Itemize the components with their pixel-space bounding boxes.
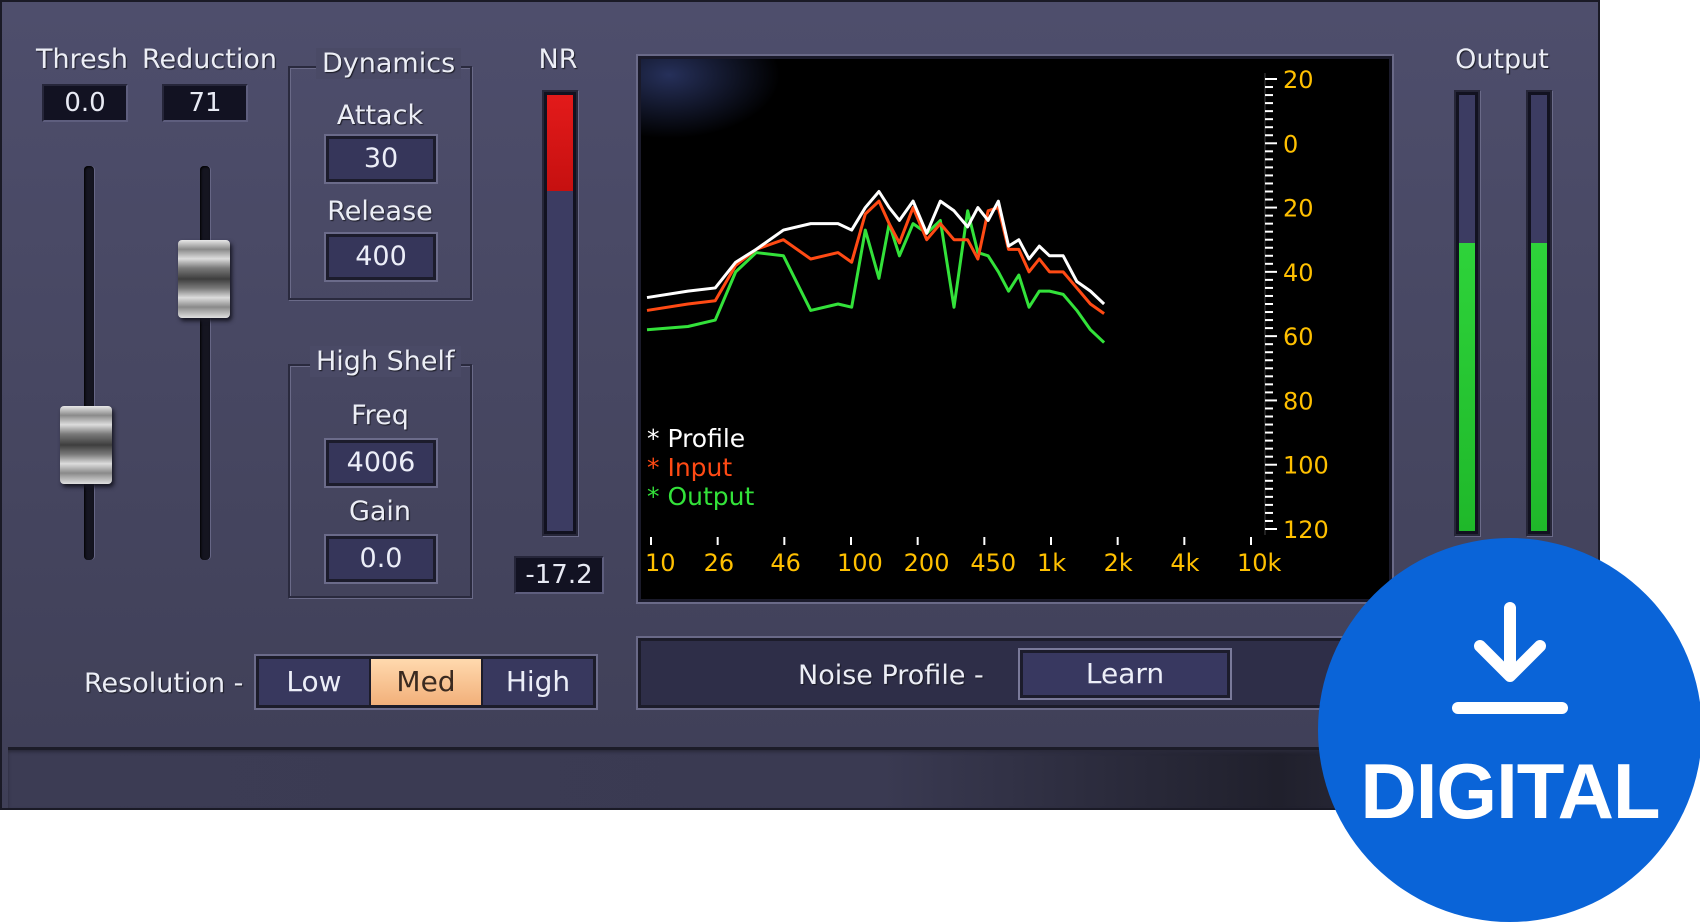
learn-button[interactable]: Learn	[1020, 650, 1230, 698]
series-line-output	[646, 209, 1106, 344]
output-meter-right-fill	[1531, 243, 1547, 531]
legend-item-input: * Input	[647, 453, 732, 482]
reduction-label: Reduction	[142, 44, 277, 75]
reduction-slider-track[interactable]	[200, 166, 210, 560]
thresh-slider-handle[interactable]	[60, 406, 112, 484]
output-meter-left-fill	[1459, 243, 1475, 531]
digital-label: DIGITAL	[1360, 747, 1660, 835]
thresh-value: 0.0	[42, 84, 128, 122]
legend-item-output: * Output	[647, 482, 754, 511]
y-tick-label: 0	[1283, 130, 1298, 158]
freq-label: Freq	[351, 400, 409, 431]
x-tick-label: 26	[704, 549, 735, 577]
x-tick-label: 100	[837, 549, 883, 577]
nr-value: -17.2	[514, 556, 604, 594]
y-tick-label: 20	[1283, 66, 1314, 94]
nr-label: NR	[538, 44, 578, 75]
gain-label: Gain	[348, 496, 412, 527]
y-tick-label: 80	[1283, 387, 1314, 415]
output-meter-left	[1454, 90, 1480, 536]
resolution-med-button[interactable]: Med	[371, 659, 483, 705]
high-shelf-title: High Shelf	[310, 346, 461, 377]
y-tick-label: 60	[1283, 323, 1314, 351]
resolution-high-button[interactable]: High	[483, 659, 593, 705]
y-tick-label: 120	[1283, 516, 1329, 544]
output-label: Output	[1455, 44, 1549, 75]
x-tick-label: 4k	[1170, 549, 1199, 577]
y-tick-label: 40	[1283, 259, 1314, 287]
reduction-slider-handle[interactable]	[178, 240, 230, 318]
attack-field[interactable]: 30	[326, 136, 436, 182]
thresh-slider-track[interactable]	[84, 166, 94, 560]
y-tick-label: 20	[1283, 195, 1314, 223]
series-line-profile	[646, 190, 1106, 306]
download-icon	[1452, 602, 1568, 714]
x-tick-label: 2k	[1104, 549, 1133, 577]
resolution-segmented-control: Low Med High	[256, 656, 596, 708]
reduction-value: 71	[162, 84, 248, 122]
resolution-label: Resolution -	[84, 668, 244, 699]
legend-item-profile: * Profile	[647, 424, 745, 453]
gain-field[interactable]: 0.0	[326, 536, 436, 582]
x-tick-label: 200	[904, 549, 950, 577]
freq-field[interactable]: 4006	[326, 440, 436, 486]
spectrum-chart: 2002040608010012010 26 46 100 200 450 1k 2k 4k 10…	[645, 66, 1329, 577]
resolution-low-button[interactable]: Low	[259, 659, 371, 705]
digital-download-badge: DIGITAL	[1318, 538, 1700, 922]
release-label: Release	[327, 196, 433, 227]
spectrum-display: 20 0 20 40 60 80 100 120 10 26 46 100 200 450 1k 2k 4k 10…	[638, 56, 1392, 602]
attack-label: Attack	[336, 100, 424, 131]
x-tick-label: 450	[970, 549, 1016, 577]
output-meter-right	[1526, 90, 1552, 536]
noise-profile-label: Noise Profile -	[798, 660, 984, 691]
thresh-label: Thresh	[36, 44, 128, 75]
nr-meter	[542, 90, 578, 536]
release-field[interactable]: 400	[326, 234, 436, 280]
x-tick-label: 10k	[1237, 549, 1282, 577]
x-tick-label: 10	[645, 549, 676, 577]
dynamics-title: Dynamics	[316, 48, 462, 79]
y-tick-label: 100	[1283, 452, 1329, 480]
x-tick-label: 46	[770, 549, 801, 577]
nr-meter-fill	[547, 95, 573, 191]
x-tick-label: 1k	[1037, 549, 1066, 577]
